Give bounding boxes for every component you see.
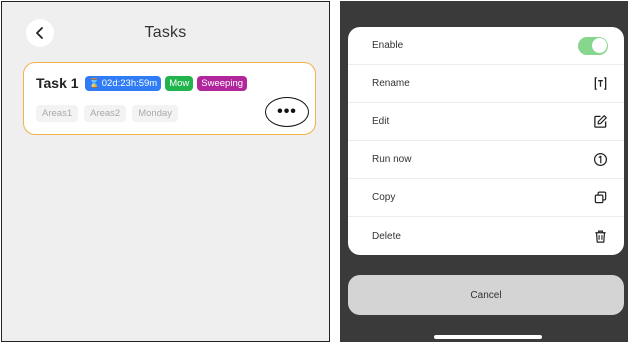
task-card[interactable]: Task 1 ⌛ 02d:23h:59m Mow Sweeping Areas1… (23, 62, 316, 135)
enable-toggle[interactable] (578, 36, 608, 55)
task-title-row: Task 1 ⌛ 02d:23h:59m Mow Sweeping (36, 75, 248, 91)
enable-label: Enable (372, 40, 404, 51)
run-once-icon (592, 152, 608, 168)
copy-row[interactable]: Copy (348, 179, 624, 217)
area-chip: Areas1 (36, 105, 79, 122)
tasks-screen: Tasks Task 1 ⌛ 02d:23h:59m Mow Sweeping … (1, 1, 330, 342)
run-now-label: Run now (372, 154, 412, 165)
page-title: Tasks (144, 24, 187, 41)
action-sheet: Enable Rename Edit Run now Copy Delete (348, 27, 624, 255)
countdown-badge: ⌛ 02d:23h:59m (84, 75, 162, 91)
copy-label: Copy (372, 192, 396, 203)
rename-row[interactable]: Rename (348, 65, 624, 103)
cancel-button[interactable]: Cancel (348, 275, 624, 315)
rename-label: Rename (372, 78, 410, 89)
day-chip: Monday (132, 105, 179, 122)
action-sheet-overlay: Enable Rename Edit Run now Copy Delete C… (340, 1, 628, 342)
edit-label: Edit (372, 116, 390, 127)
area-chip: Areas2 (84, 105, 127, 122)
rename-icon (592, 76, 608, 92)
countdown-text: 02d:23h:59m (101, 77, 158, 89)
edit-row[interactable]: Edit (348, 103, 624, 141)
delete-label: Delete (372, 230, 401, 242)
more-options-button[interactable]: ••• (265, 97, 309, 127)
toggle-knob (591, 38, 607, 53)
home-indicator (434, 335, 542, 339)
edit-icon (592, 114, 608, 130)
enable-row[interactable]: Enable (348, 27, 624, 65)
sweeping-badge: Sweeping (197, 75, 248, 91)
delete-row[interactable]: Delete (348, 217, 624, 255)
mow-badge: Mow (165, 75, 194, 91)
more-icon: ••• (277, 103, 297, 120)
task-schedule-chips: Areas1 Areas2 Monday (36, 105, 179, 122)
run-now-row[interactable]: Run now (348, 141, 624, 179)
task-name: Task 1 (36, 75, 79, 91)
copy-icon (592, 190, 608, 206)
hourglass-icon: ⌛ (88, 77, 100, 88)
trash-icon (592, 228, 608, 244)
